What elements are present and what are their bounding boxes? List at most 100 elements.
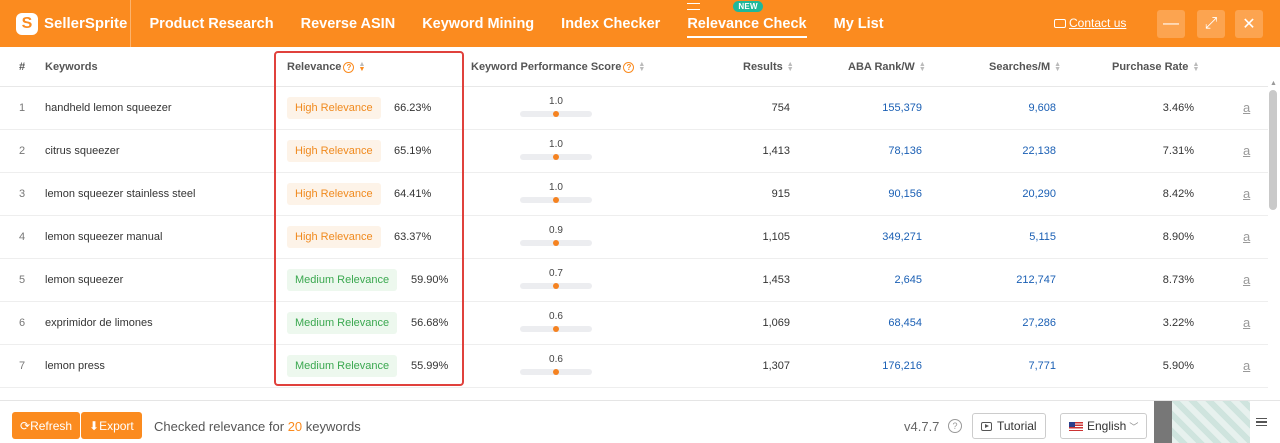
new-badge: NEW (733, 1, 763, 12)
sort-icon[interactable]: ▲ ▼ (358, 61, 365, 73)
nav-item-keyword-mining[interactable]: Keyword Mining (422, 0, 534, 47)
tutorial-button[interactable]: Tutorial (972, 413, 1046, 439)
table-row[interactable]: 4 lemon squeezer manual High Relevance 63.3… (0, 216, 1268, 259)
keyword-cell[interactable]: lemon squeezer stainless steel (45, 188, 195, 200)
scroll-up-arrow[interactable]: ▲ (1270, 80, 1277, 87)
header-purchase-label: Purchase Rate (1112, 61, 1189, 73)
language-select[interactable]: English ﹀ (1060, 413, 1148, 439)
keyword-cell[interactable]: citrus squeezer (45, 145, 120, 157)
aba-rank-link[interactable]: 349,271 (842, 231, 922, 243)
help-circle-icon[interactable]: ? (948, 419, 962, 433)
aba-rank-link[interactable]: 68,454 (842, 317, 922, 329)
sort-icon[interactable]: ▲ ▼ (919, 61, 926, 73)
score-bar (520, 326, 592, 332)
searches-link[interactable]: 5,115 (976, 231, 1056, 243)
score-bar (520, 240, 592, 246)
score-value: 0.6 (549, 354, 563, 365)
relevance-badge: Medium Relevance (287, 312, 398, 334)
sort-icon[interactable]: ▲ ▼ (1192, 61, 1199, 73)
keyword-cell[interactable]: lemon press (45, 360, 105, 372)
score-marker (553, 197, 559, 203)
filter-icon (687, 3, 701, 10)
aba-rank-link[interactable]: 155,379 (842, 102, 922, 114)
score-value: 1.0 (549, 96, 563, 107)
results-cell: 1,413 (762, 145, 790, 157)
score-marker (553, 111, 559, 117)
searches-link[interactable]: 212,747 (976, 274, 1056, 286)
export-label: Export (99, 418, 134, 433)
main-nav: Product Research Reverse ASIN Keyword Mi… (136, 0, 897, 47)
relevance-percent: 56.68% (411, 317, 449, 329)
keyword-cell[interactable]: handheld lemon squeezer (45, 102, 172, 114)
nav-item-relevance-check[interactable]: NEW Relevance Check (687, 0, 807, 47)
relevance-badge: High Relevance (287, 97, 381, 119)
help-icon[interactable]: ? (343, 61, 355, 73)
header-aba-rank[interactable]: ABA Rank/W ▲ ▼ (848, 61, 926, 73)
amazon-icon[interactable]: a (1243, 358, 1250, 373)
export-button[interactable]: ⬇ Export (81, 412, 142, 439)
header-results[interactable]: Results ▲ ▼ (743, 61, 794, 73)
relevance-percent: 59.90% (411, 274, 449, 286)
refresh-button[interactable]: ⟳ Refresh (12, 412, 81, 439)
amazon-icon[interactable]: a (1243, 272, 1250, 287)
close-button[interactable]: ✕ (1235, 10, 1263, 38)
sort-icon[interactable]: ▲ ▼ (638, 61, 645, 73)
table-row[interactable]: 1 handheld lemon squeezer High Relevance 66… (0, 87, 1268, 130)
results-cell: 1,307 (762, 360, 790, 372)
help-icon[interactable]: ? (623, 61, 635, 73)
nav-item-index-checker[interactable]: Index Checker (561, 0, 660, 47)
table-row[interactable]: 6 exprimidor de limones Medium Relevance 56… (0, 302, 1268, 345)
searches-link[interactable]: 27,286 (976, 317, 1056, 329)
menu-icon[interactable] (1256, 418, 1267, 426)
amazon-icon[interactable]: a (1243, 100, 1250, 115)
amazon-icon[interactable]: a (1243, 315, 1250, 330)
header-relevance[interactable]: Relevance ? ▲ ▼ (287, 61, 365, 73)
vertical-scrollbar[interactable] (1269, 90, 1277, 210)
keyword-count: 20 (287, 419, 303, 434)
relevance-percent: 65.19% (394, 145, 432, 157)
contact-us-link[interactable]: Contact us (1054, 16, 1126, 30)
logo-icon: S (16, 12, 38, 35)
purchase-rate-cell: 3.46% (1162, 102, 1194, 114)
header-score[interactable]: Keyword Performance Score ? ▲ ▼ (471, 61, 645, 73)
minimize-button[interactable]: — (1157, 10, 1185, 38)
aba-rank-link[interactable]: 176,216 (842, 360, 922, 372)
searches-link[interactable]: 9,608 (976, 102, 1056, 114)
relevance-badge: Medium Relevance (287, 355, 398, 377)
searches-link[interactable]: 7,771 (976, 360, 1056, 372)
amazon-icon[interactable]: a (1243, 229, 1250, 244)
header-results-label: Results (743, 61, 783, 73)
searches-link[interactable]: 22,138 (976, 145, 1056, 157)
nav-item-reverse-asin[interactable]: Reverse ASIN (301, 0, 396, 47)
keyword-cell[interactable]: lemon squeezer (45, 274, 123, 286)
logo[interactable]: S SellerSprite (0, 0, 131, 47)
table-row[interactable]: 2 citrus squeezer High Relevance 65.19% 1.0 1… (0, 130, 1268, 173)
table-row[interactable]: 5 lemon squeezer Medium Relevance 59.90% 0.7… (0, 259, 1268, 302)
refresh-label: Refresh (30, 418, 73, 433)
keyword-cell[interactable]: lemon squeezer manual (45, 231, 162, 243)
score-bar (520, 283, 592, 289)
us-flag-icon (1069, 421, 1083, 431)
relevance-percent: 55.99% (411, 360, 449, 372)
aba-rank-link[interactable]: 78,136 (842, 145, 922, 157)
table-row[interactable]: 3 lemon squeezer stainless steel High Rele… (0, 173, 1268, 216)
header-purchase-rate[interactable]: Purchase Rate ▲ ▼ (1112, 61, 1199, 73)
nav-item-product-research[interactable]: Product Research (150, 0, 274, 47)
keyword-cell[interactable]: exprimidor de limones (45, 317, 153, 329)
amazon-icon[interactable]: a (1243, 143, 1250, 158)
status-prefix: Checked relevance for (154, 419, 285, 434)
aba-rank-link[interactable]: 2,645 (842, 274, 922, 286)
searches-link[interactable]: 20,290 (976, 188, 1056, 200)
amazon-icon[interactable]: a (1243, 186, 1250, 201)
sort-icon[interactable]: ▲ ▼ (1054, 61, 1061, 73)
purchase-rate-cell: 8.42% (1162, 188, 1194, 200)
purchase-rate-cell: 5.90% (1162, 360, 1194, 372)
results-cell: 915 (771, 188, 790, 200)
table-row[interactable]: 7 lemon press Medium Relevance 55.99% 0.6 1,3… (0, 345, 1268, 388)
header-searches[interactable]: Searches/M ▲ ▼ (989, 61, 1061, 73)
maximize-button[interactable]: ⤢ (1197, 10, 1225, 38)
sort-icon[interactable]: ▲ ▼ (787, 61, 794, 73)
nav-item-my-list[interactable]: My List (834, 0, 884, 47)
header-aba-label: ABA Rank/W (848, 61, 915, 73)
aba-rank-link[interactable]: 90,156 (842, 188, 922, 200)
